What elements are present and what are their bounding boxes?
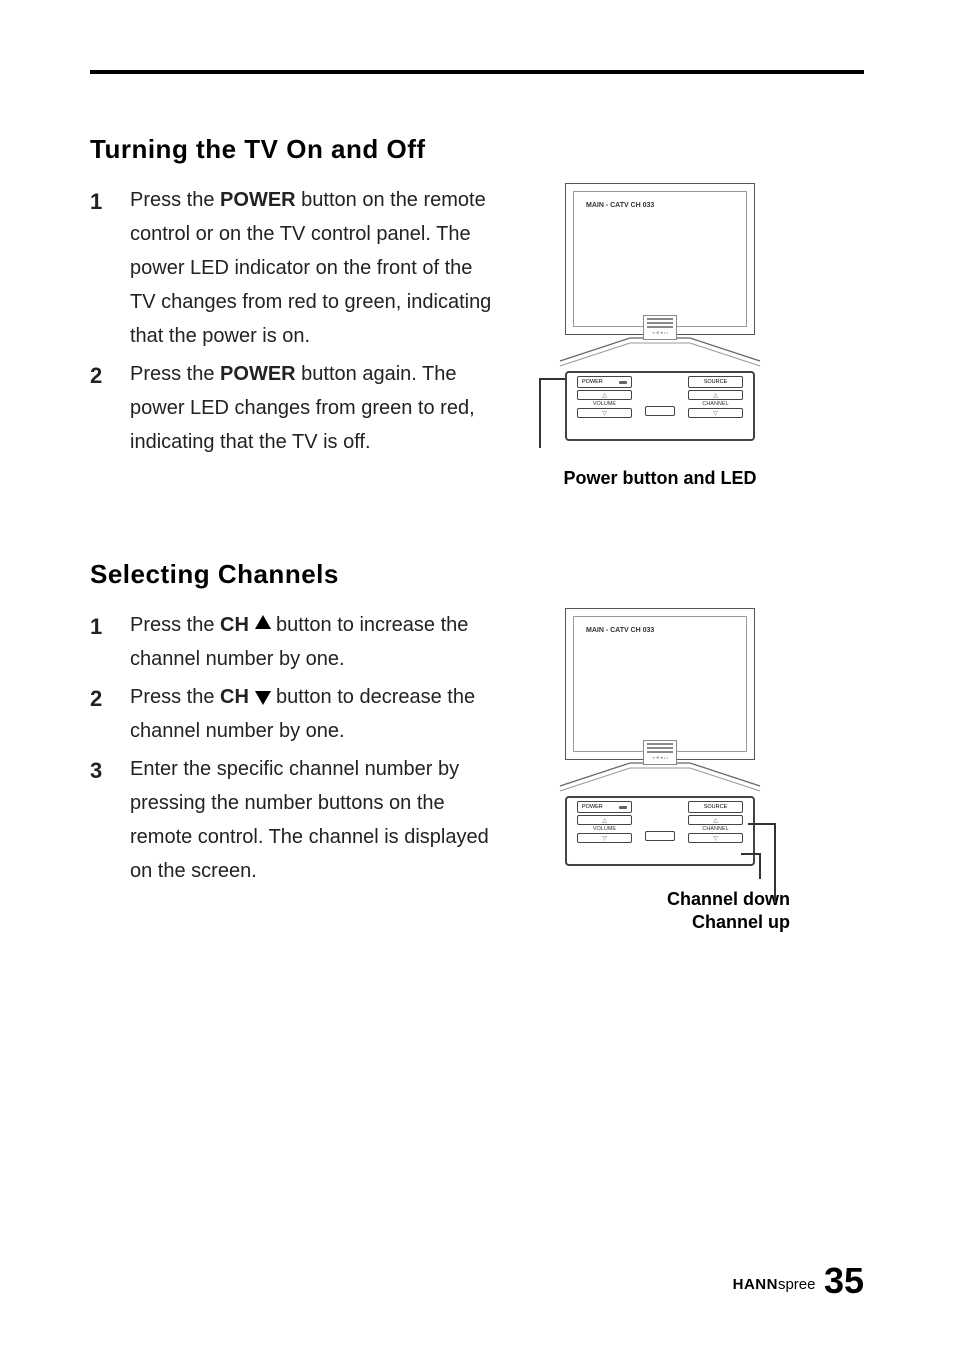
up-arrow-icon (255, 615, 271, 629)
horizontal-rule (90, 70, 864, 74)
menu-button[interactable] (645, 831, 675, 841)
menu-button[interactable] (645, 406, 675, 416)
volume-up-button[interactable]: △ (577, 815, 632, 825)
step-item: 2 Press the POWER button again. The powe… (90, 357, 500, 459)
volume-up-button[interactable]: △ (577, 390, 632, 400)
channel-label: CHANNEL (702, 401, 728, 407)
step-text: Enter the specific channel number by pre… (130, 752, 500, 888)
figure-channels: MAIN - CATV CH 033 ∞ ⊕ ▾ • • POWER (530, 608, 790, 933)
section-heading-power: Turning the TV On and Off (90, 134, 864, 165)
channel-up-button[interactable]: △ (688, 815, 743, 825)
volume-label: VOLUME (593, 401, 616, 407)
tv-control-panel: POWER SOURCE △ VOLUME ▽ (565, 796, 755, 866)
step-item: 2 Press the CH button to decrease the ch… (90, 680, 500, 748)
tv-screen: MAIN - CATV CH 033 (565, 608, 755, 760)
page-footer: HANNspree 35 (733, 1260, 864, 1302)
osd-text: MAIN - CATV CH 033 (586, 627, 654, 634)
section1-steps: 1 Press the POWER button on the remote c… (90, 183, 500, 463)
figure-power: MAIN - CATV CH 033 ∞ ⊕ ▾ • • POWER SOURC… (530, 183, 790, 489)
osd-text: MAIN - CATV CH 033 (586, 202, 654, 209)
figure-caption-power: Power button and LED (564, 468, 757, 489)
source-button[interactable]: SOURCE (688, 801, 743, 813)
tv-hinge: ∞ ⊕ ▾ • • (643, 315, 677, 340)
step-text: Press the CH button to decrease the chan… (130, 680, 500, 748)
page-number: 35 (824, 1260, 864, 1301)
step-number: 2 (90, 357, 130, 459)
channel-up-button[interactable]: △ (688, 390, 743, 400)
tv-hinge: ∞ ⊕ ▾ • • (643, 740, 677, 765)
power-button[interactable]: POWER (577, 801, 632, 813)
tv-control-panel: POWER SOURCE △ VOLUME ▽ △ CHANNEL (565, 371, 755, 441)
step-number: 2 (90, 680, 130, 748)
step-item: 1 Press the CH button to increase the ch… (90, 608, 500, 676)
step-text: Press the POWER button again. The power … (130, 357, 500, 459)
volume-down-button[interactable]: ▽ (577, 408, 632, 418)
section2-steps: 1 Press the CH button to increase the ch… (90, 608, 500, 892)
channel-down-button[interactable]: ▽ (688, 833, 743, 843)
channel-down-button[interactable]: ▽ (688, 408, 743, 418)
step-item: 1 Press the POWER button on the remote c… (90, 183, 500, 353)
figure-caption-channel-down: Channel down (530, 889, 790, 910)
volume-down-button[interactable]: ▽ (577, 833, 632, 843)
step-text: Press the CH button to increase the chan… (130, 608, 500, 676)
power-button[interactable]: POWER (577, 376, 632, 388)
step-number: 3 (90, 752, 130, 888)
volume-label: VOLUME (593, 826, 616, 832)
step-item: 3 Enter the specific channel number by p… (90, 752, 500, 888)
section-heading-channels: Selecting Channels (90, 559, 864, 590)
channel-label: CHANNEL (702, 826, 728, 832)
step-text: Press the POWER button on the remote con… (130, 183, 500, 353)
tv-screen: MAIN - CATV CH 033 (565, 183, 755, 335)
step-number: 1 (90, 183, 130, 353)
down-arrow-icon (255, 691, 271, 705)
figure-caption-channel-up: Channel up (530, 912, 790, 933)
step-number: 1 (90, 608, 130, 676)
source-button[interactable]: SOURCE (688, 376, 743, 388)
